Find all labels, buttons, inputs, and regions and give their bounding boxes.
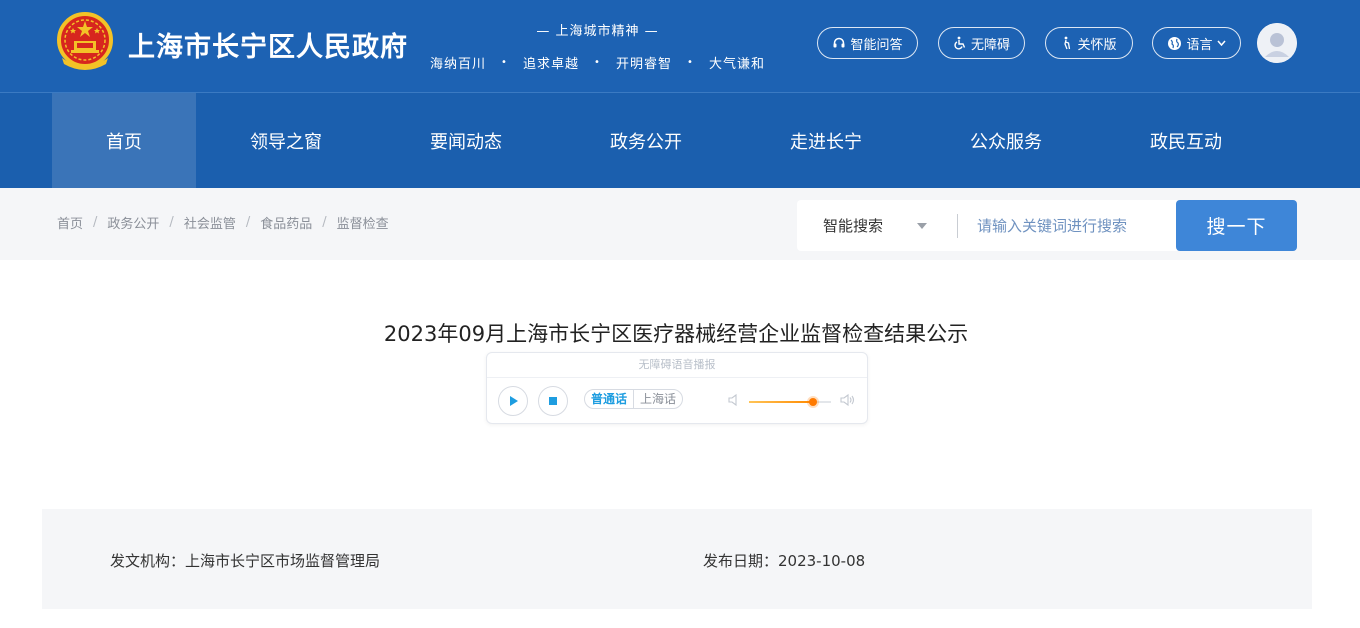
volume-slider[interactable] [749,398,831,406]
issuer-text: 发文机构：上海市长宁区市场监督管理局 [110,552,381,570]
top-bar: 上海市长宁区人民政府 — 上海城市精神 — 海纳百川 • 追求卓越 • 开明睿智… [0,0,1360,93]
breadcrumb-item-inspection[interactable]: 监督检查 [337,213,389,232]
breadcrumb-separator: / [169,215,174,230]
stop-icon [549,397,557,405]
search-scope-select[interactable]: 智能搜索 [797,200,957,251]
language-label: 语言 [1186,37,1213,53]
accessibility-label: 无障碍 [970,37,1010,53]
city-spirit: — 上海城市精神 — 海纳百川 • 追求卓越 • 开明睿智 • 大气谦和 [430,20,765,72]
globe-icon [1168,36,1182,50]
smart-qa-button[interactable]: 智能问答 [817,27,918,59]
nav-item-home[interactable]: 首页 [52,93,196,188]
search-button[interactable]: 搜一下 [1176,200,1297,251]
search-divider [957,214,958,238]
dialect-mandarin[interactable]: 普通话 [585,390,635,408]
nav-item-interaction[interactable]: 政民互动 [1114,93,1258,188]
article-title: 2023年09月上海市长宁区医疗器械经营企业监督检查结果公示 [383,322,969,346]
wheelchair-icon [954,36,966,50]
search-scope-label: 智能搜索 [823,217,884,235]
publish-date-text: 发布日期：2023-10-08 [703,552,866,570]
volume-low-icon[interactable] [728,393,740,407]
stop-button[interactable] [538,386,568,416]
breadcrumb-separator: / [245,215,251,230]
care-mode-label: 关怀版 [1077,37,1117,53]
chevron-down-icon [1216,40,1226,46]
site-title[interactable]: 上海市长宁区人民政府 [128,25,408,64]
search-input[interactable] [967,208,1187,243]
audio-player: 无障碍语音播报 普通话 上海话 [486,352,868,424]
spirit-item: 海纳百川 [430,57,487,72]
volume-knob[interactable] [808,398,817,406]
elder-icon [1064,36,1071,50]
breadcrumb-separator: / [93,215,98,230]
nav-item-public-services[interactable]: 公众服务 [934,93,1078,188]
article-meta-panel: 发文机构：上海市长宁区市场监督管理局 发布日期：2023-10-08 [42,509,1312,609]
volume-fill [749,401,813,403]
national-emblem-icon[interactable] [56,12,114,72]
breadcrumb-item-food-drug[interactable]: 食品药品 [260,213,312,232]
user-avatar-icon[interactable] [1257,23,1297,63]
breadcrumb-separator: / [322,215,327,230]
breadcrumb: 首页 / 政务公开 / 社会监管 / 食品药品 / 监督检查 [57,213,389,232]
volume-high-icon[interactable] [840,393,856,407]
main-nav: 首页 领导之窗 要闻动态 政务公开 走进长宁 公众服务 政民互动 [0,93,1360,188]
nav-item-news[interactable]: 要闻动态 [394,93,538,188]
language-button[interactable]: 语言 [1152,27,1241,59]
breadcrumb-item-social-supervision[interactable]: 社会监管 [184,213,236,232]
spirit-separator: • [687,57,694,68]
nav-item-about-changning[interactable]: 走进长宁 [754,93,898,188]
play-icon [510,396,518,406]
breadcrumb-item-home[interactable]: 首页 [57,213,83,232]
spirit-item: 大气谦和 [708,57,765,72]
dialect-toggle: 普通话 上海话 [584,389,684,409]
dialect-shanghainese[interactable]: 上海话 [634,390,682,408]
city-spirit-title: — 上海城市精神 — [536,24,659,39]
breadcrumb-item-gov-affairs[interactable]: 政务公开 [107,213,159,232]
search-box: 智能搜索 [797,200,1187,251]
headset-icon [833,37,845,48]
spirit-separator: • [501,57,508,68]
caret-down-icon [917,223,927,229]
audio-player-label: 无障碍语音播报 [487,353,867,378]
city-spirit-items: 海纳百川 • 追求卓越 • 开明睿智 • 大气谦和 [430,53,765,72]
smart-qa-label: 智能问答 [850,37,903,53]
nav-item-leaders[interactable]: 领导之窗 [214,93,358,188]
spirit-separator: • [594,57,601,68]
play-button[interactable] [498,386,528,416]
spirit-item: 追求卓越 [522,57,579,72]
site-header: 上海市长宁区人民政府 — 上海城市精神 — 海纳百川 • 追求卓越 • 开明睿智… [0,0,1360,188]
spirit-item: 开明睿智 [615,57,672,72]
care-mode-button[interactable]: 关怀版 [1045,27,1133,59]
accessibility-button[interactable]: 无障碍 [938,27,1025,59]
nav-item-gov-affairs[interactable]: 政务公开 [574,93,718,188]
